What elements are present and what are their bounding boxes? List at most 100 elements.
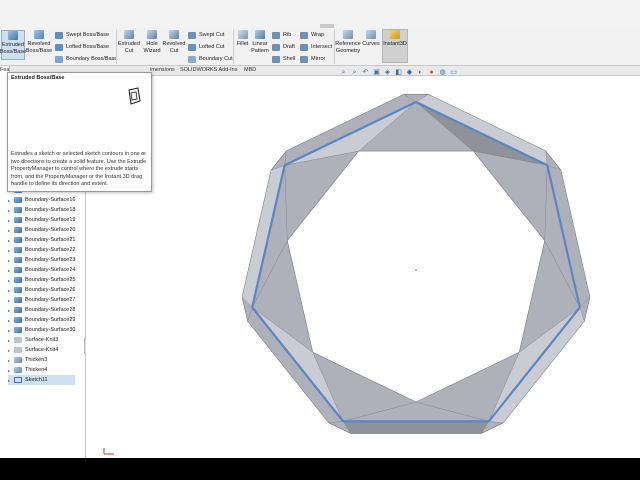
view-orientation-icon[interactable]: ◧ xyxy=(395,69,402,76)
tab-solidworks-addins[interactable]: SOLIDWORKS Add-Ins xyxy=(180,67,237,73)
swept-cut-button[interactable]: Swept Cut xyxy=(188,30,224,40)
hole-wizard-button[interactable]: Hole Wizard xyxy=(141,30,163,55)
draft-label: Draft xyxy=(283,44,295,50)
draft-button[interactable]: Draft xyxy=(272,42,295,52)
swept-boss-button[interactable]: Swept Boss/Base xyxy=(55,30,109,40)
dynamic-annotation-icon[interactable]: ◈ xyxy=(384,69,391,76)
expand-arrow-icon[interactable]: ▸ xyxy=(8,318,12,323)
tree-item[interactable]: ▸ Boundary-Surface20 xyxy=(8,225,75,235)
boundary-boss-button[interactable]: Boundary Boss/Base xyxy=(55,54,117,64)
tree-item-label: Boundary-Surface18 xyxy=(25,207,76,213)
view-settings-icon[interactable]: ▭ xyxy=(450,69,457,76)
mirror-label: Mirror xyxy=(311,56,326,62)
reference-geometry-icon xyxy=(343,30,353,39)
tree-item[interactable]: ▸ Boundary-Surface25 xyxy=(8,275,75,285)
display-style-icon[interactable]: ◆ xyxy=(406,69,413,76)
lofted-boss-button[interactable]: Lofted Boss/Base xyxy=(55,42,109,52)
expand-arrow-icon[interactable]: ▸ xyxy=(8,218,12,223)
expand-arrow-icon[interactable]: ▸ xyxy=(8,358,12,363)
extruded-boss-button[interactable]: Extruded Boss/Base xyxy=(0,30,26,60)
instant3d-button[interactable]: Instant3D xyxy=(382,29,408,63)
fillet-icon xyxy=(237,30,248,39)
tree-item[interactable]: ▸ Sketch11 xyxy=(8,375,76,385)
tree-item[interactable]: ▸ Boundary-Surface22 xyxy=(8,245,75,255)
expand-arrow-icon[interactable]: ▸ xyxy=(8,268,12,273)
section-view-icon[interactable]: ▣ xyxy=(373,69,380,76)
intersect-label: Intersect xyxy=(311,44,333,50)
extrude-preview-icon xyxy=(128,87,141,105)
previous-view-icon[interactable]: ↶ xyxy=(362,69,369,76)
linear-pattern-button[interactable]: Linear Pattern xyxy=(251,30,269,55)
tooltip-description: Extrudes a sketch or selected sketch con… xyxy=(11,151,147,187)
tree-item-label: Boundary-Surface27 xyxy=(25,297,76,303)
expand-arrow-icon[interactable]: ▸ xyxy=(8,238,12,243)
fillet-button[interactable]: Fillet xyxy=(235,30,250,48)
graphics-area[interactable] xyxy=(86,76,640,458)
lofted-cut-button[interactable]: Lofted Cut xyxy=(188,42,224,52)
expand-arrow-icon[interactable]: ▸ xyxy=(8,308,12,313)
apply-scene-icon[interactable]: ◍ xyxy=(439,69,446,76)
wrap-button[interactable]: Wrap xyxy=(300,30,324,40)
expand-arrow-icon[interactable]: ▸ xyxy=(8,258,12,263)
tree-item[interactable]: ▸ Thicken3 xyxy=(8,355,75,365)
tree-item[interactable]: ▸ Boundary-Surface16 xyxy=(8,195,75,205)
mirror-button[interactable]: Mirror xyxy=(300,54,325,64)
tree-item[interactable]: ▸ Boundary-Surface29 xyxy=(8,315,75,325)
revolved-boss-button[interactable]: Revolved Boss/Base xyxy=(26,30,52,55)
expand-arrow-icon[interactable]: ▸ xyxy=(8,348,12,353)
rib-button[interactable]: Rib xyxy=(272,30,291,40)
zoom-to-area-icon[interactable]: ⌕ xyxy=(351,69,358,76)
expand-arrow-icon[interactable]: ▸ xyxy=(8,378,12,383)
reference-geometry-button[interactable]: Reference Geometry xyxy=(335,30,361,55)
revolved-cut-button[interactable]: Revolved Cut xyxy=(163,30,185,55)
reference-triad-icon xyxy=(103,448,114,455)
tree-item[interactable]: ▸ Surface-Knit3 xyxy=(8,335,75,345)
zoom-to-fit-icon[interactable]: ⌕ xyxy=(340,69,347,76)
extruded-cut-button[interactable]: Extruded Cut xyxy=(118,30,140,55)
edit-appearance-icon[interactable]: ● xyxy=(428,69,435,76)
boundary-cut-button[interactable]: Boundary Cut xyxy=(188,54,233,64)
tree-item[interactable]: ▸ Surface-Knit4 xyxy=(8,345,75,355)
rib-label: Rib xyxy=(283,32,292,38)
expand-arrow-icon[interactable]: ▸ xyxy=(8,328,12,333)
tree-item[interactable]: ▸ Boundary-Surface28 xyxy=(8,305,75,315)
tab-mbd[interactable]: MBD xyxy=(244,67,256,73)
curves-button[interactable]: Curves xyxy=(362,30,380,48)
boundary-surface-icon xyxy=(14,237,22,243)
lofted-boss-label: Lofted Boss/Base xyxy=(66,44,110,50)
tooltip-title: Extruded Boss/Base xyxy=(11,75,65,81)
wrap-icon xyxy=(300,31,308,39)
lofted-cut-label: Lofted Cut xyxy=(199,44,225,50)
tree-item[interactable]: ▸ Boundary-Surface23 xyxy=(8,255,75,265)
thicken-icon xyxy=(14,357,22,363)
tree-item-label: Boundary-Surface19 xyxy=(25,217,76,223)
tree-item[interactable]: ▸ Boundary-Surface30 xyxy=(8,325,75,335)
tree-item[interactable]: ▸ Boundary-Surface18 xyxy=(8,205,75,215)
expand-arrow-icon[interactable]: ▸ xyxy=(8,298,12,303)
expand-arrow-icon[interactable]: ▸ xyxy=(8,338,12,343)
hole-wizard-icon xyxy=(147,30,157,39)
expand-arrow-icon[interactable]: ▸ xyxy=(8,278,12,283)
expand-arrow-icon[interactable]: ▸ xyxy=(8,228,12,233)
screen-bottom-border xyxy=(0,458,640,480)
tab-dimensions[interactable]: imensions xyxy=(150,67,175,73)
tree-item[interactable]: ▸ Boundary-Surface24 xyxy=(8,265,75,275)
expand-arrow-icon[interactable]: ▸ xyxy=(8,198,12,203)
intersect-button[interactable]: Intersect xyxy=(300,42,332,52)
expand-arrow-icon[interactable]: ▸ xyxy=(8,248,12,253)
tree-item[interactable]: ▸ Boundary-Surface19 xyxy=(8,215,75,225)
tree-item-label: Boundary-Surface22 xyxy=(25,247,76,253)
hide-show-items-icon[interactable]: ◐ xyxy=(417,69,424,76)
ribbon-separator xyxy=(233,30,234,64)
expand-arrow-icon[interactable]: ▸ xyxy=(8,368,12,373)
instant3d-label: Instant3D xyxy=(383,41,407,47)
shell-button[interactable]: Shell xyxy=(272,54,295,64)
tree-item[interactable]: ▸ Boundary-Surface21 xyxy=(8,235,75,245)
expand-arrow-icon[interactable]: ▸ xyxy=(8,288,12,293)
tree-item[interactable]: ▸ Boundary-Surface27 xyxy=(8,295,75,305)
tree-item[interactable]: ▸ Boundary-Surface26 xyxy=(8,285,75,295)
expand-arrow-icon[interactable]: ▸ xyxy=(8,208,12,213)
boundary-cut-label: Boundary Cut xyxy=(199,56,233,62)
curves-label: Curves xyxy=(362,41,380,47)
tree-item[interactable]: ▸ Thicken4 xyxy=(8,365,75,375)
